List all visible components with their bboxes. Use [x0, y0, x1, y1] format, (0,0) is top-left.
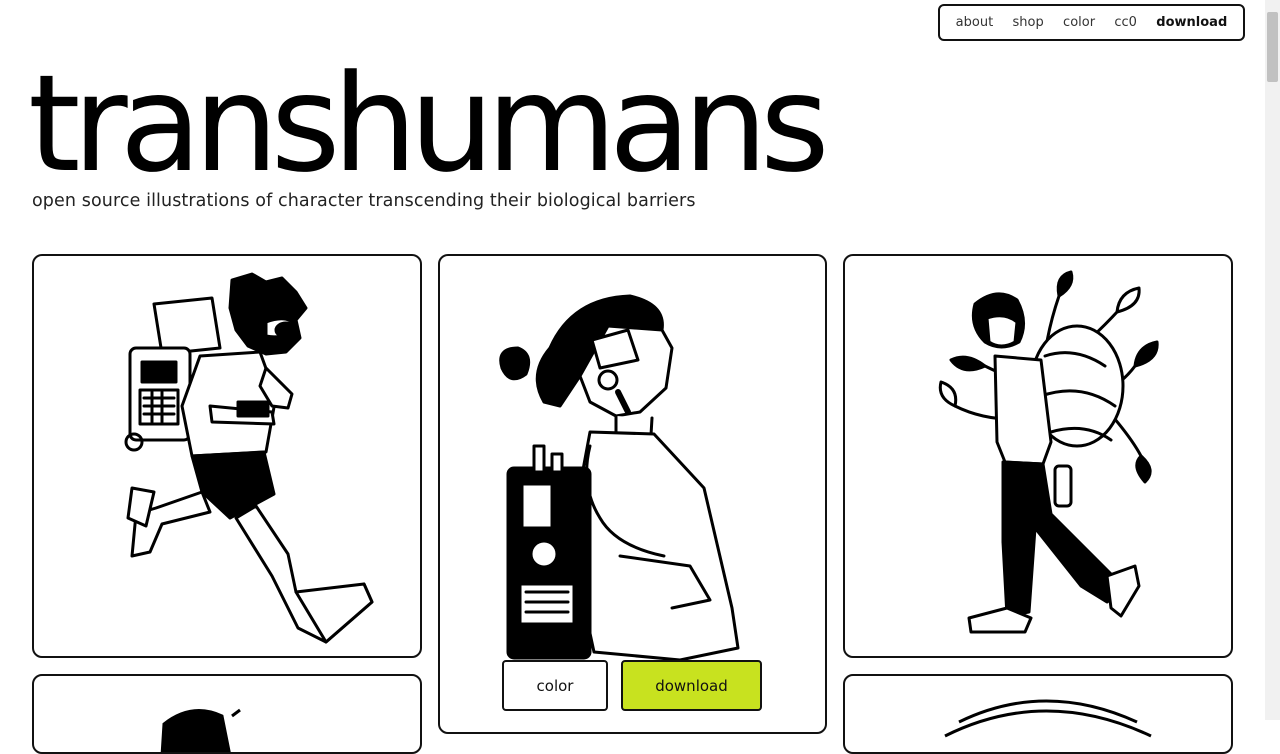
site-subtitle: open source illustrations of character t… [32, 191, 696, 211]
site-title: transhumans [28, 46, 830, 202]
top-nav: about shop color cc0 download [938, 4, 1245, 41]
running-boy-illustration [124, 272, 374, 644]
nav-cc0-link[interactable]: cc0 [1114, 15, 1137, 30]
scrollbar-thumb[interactable] [1267, 12, 1278, 82]
illustration-card-next-row-right[interactable] [843, 674, 1233, 754]
illustration-card-next-row-left[interactable] [32, 674, 422, 754]
next-row-left-illustration [160, 708, 241, 752]
card-download-button[interactable]: download [621, 660, 762, 711]
card-color-button[interactable]: color [502, 660, 608, 711]
page-scrollbar[interactable] [1265, 0, 1280, 720]
illustration-card-plant-walker[interactable] [843, 254, 1233, 658]
nav-shop-link[interactable]: shop [1013, 15, 1044, 30]
plant-walker-illustration [938, 270, 1159, 634]
nav-color-link[interactable]: color [1063, 15, 1095, 30]
nav-download-link[interactable]: download [1156, 15, 1227, 30]
nav-about-link[interactable]: about [956, 15, 994, 30]
illustration-card-running-boy[interactable] [32, 254, 422, 658]
next-row-right-illustration [944, 699, 1152, 738]
